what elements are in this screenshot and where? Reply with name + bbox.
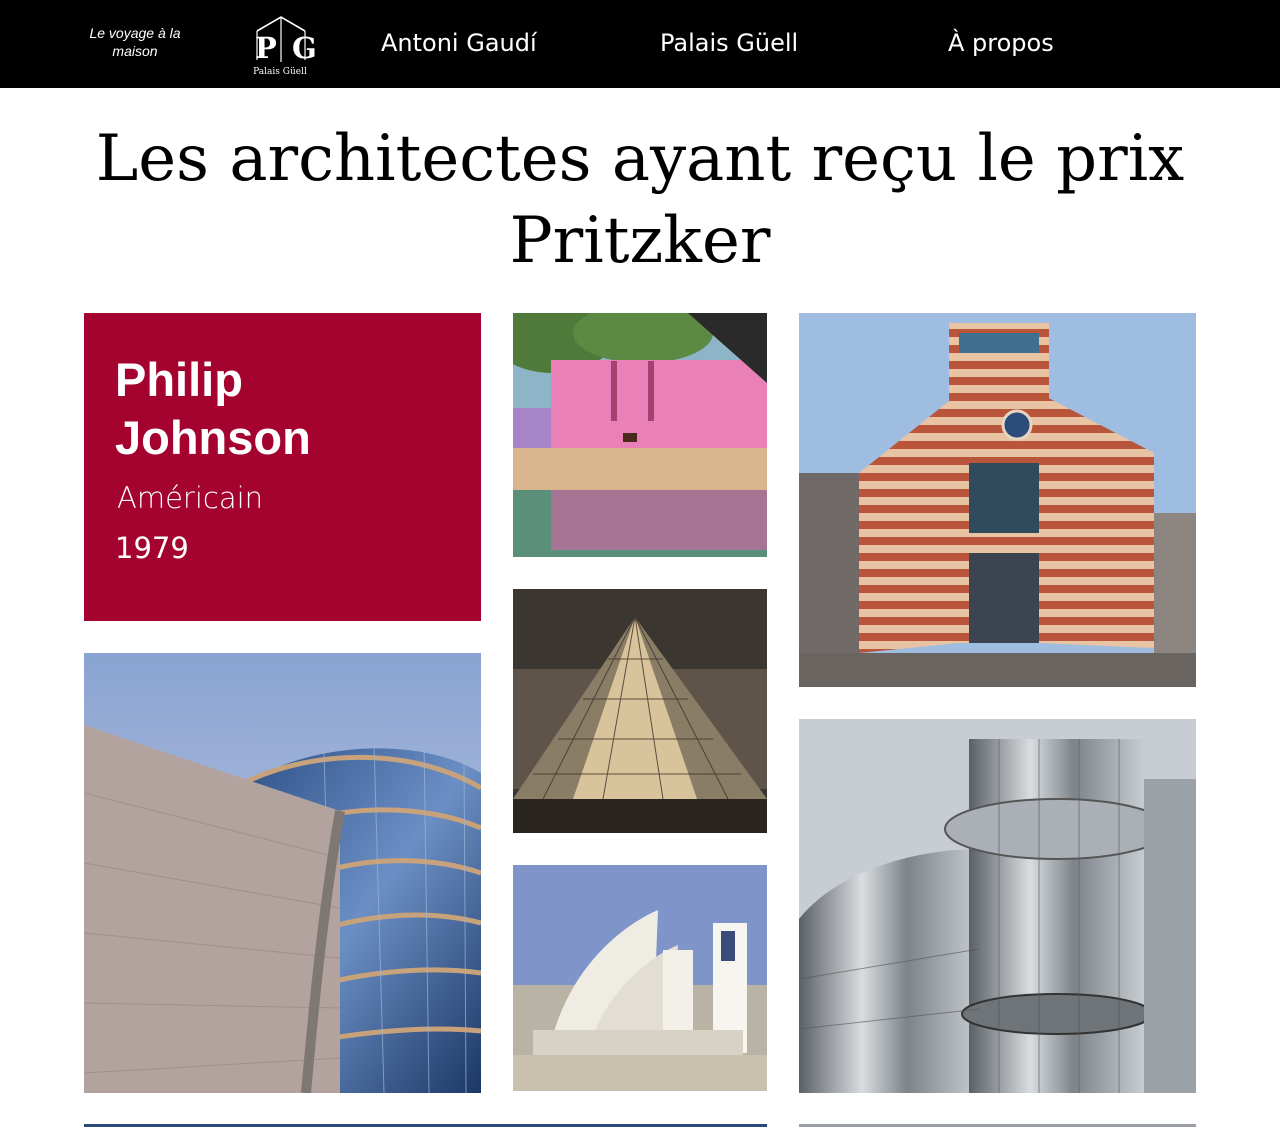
prize-year: 1979 — [115, 531, 189, 565]
architect-nationality: Américain — [117, 481, 264, 515]
house-outline-icon: P G Palais Güell — [253, 16, 317, 77]
nav-link-antoni-gaudi[interactable]: Antoni Gaudí — [381, 28, 537, 58]
site-logo[interactable]: P G Palais Güell — [236, 14, 326, 78]
svg-text:G: G — [292, 31, 317, 65]
page-title: Les architectes ayant reçu le prix Pritz… — [0, 118, 1280, 282]
architect-name: Philip Johnson — [115, 351, 455, 467]
architect-last-name: Johnson — [115, 411, 311, 464]
glass-pyramid-night-photo — [513, 589, 767, 833]
pink-wall-with-horse-photo — [513, 313, 767, 557]
page-title-line-1: Les architectes ayant reçu le prix — [95, 122, 1185, 196]
gallery-image-glass-pyramid[interactable] — [513, 589, 767, 833]
architect-card[interactable]: Philip Johnson Américain 1979 — [84, 313, 481, 621]
gallery-image-pink-wall[interactable] — [513, 313, 767, 557]
nav-link-palais-guell[interactable]: Palais Güell — [660, 28, 798, 58]
white-sail-church-photo — [513, 865, 767, 1091]
striped-postmodern-building-photo — [799, 313, 1196, 687]
architect-first-name: Philip — [115, 353, 243, 406]
page-title-line-2: Pritzker — [509, 204, 771, 278]
gallery-image-mirror-tower[interactable] — [799, 719, 1196, 1093]
nav-link-a-propos[interactable]: À propos — [948, 28, 1054, 58]
logo-caption: Palais Güell — [253, 67, 307, 77]
mirrored-glass-tower-photo — [799, 719, 1196, 1093]
svg-text:P: P — [255, 31, 277, 65]
site-tagline: Le voyage à la maison — [89, 25, 181, 59]
top-nav: Le voyage à la maison P G Palais Güell A… — [0, 0, 1280, 88]
gallery-image-sail-church[interactable] — [513, 865, 767, 1091]
curved-glass-convention-centre-photo — [84, 653, 481, 1093]
gallery-image-convention-centre[interactable] — [84, 653, 481, 1093]
gallery-image-striped-building[interactable] — [799, 313, 1196, 687]
